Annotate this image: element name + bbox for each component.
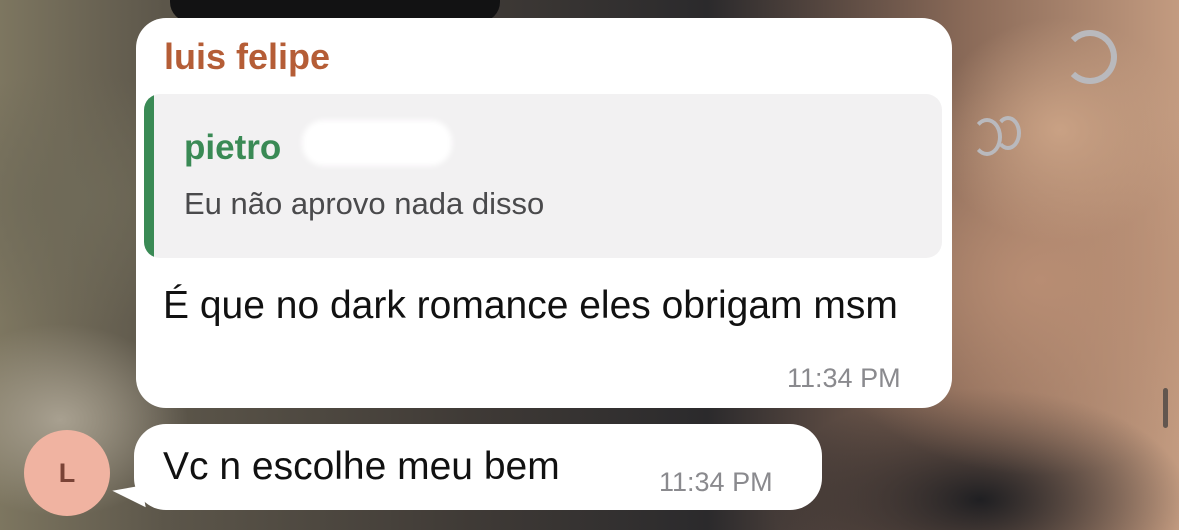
earring-decor xyxy=(1063,30,1117,84)
sender-name[interactable]: luis felipe xyxy=(164,36,330,78)
quote-author: pietro xyxy=(184,128,282,167)
message-text: Vc n escolhe meu bem xyxy=(163,445,560,488)
quote-text: Eu não aprovo nada disso xyxy=(184,186,545,221)
message-text: É que no dark romance eles obrigam msm xyxy=(163,284,898,327)
avatar[interactable]: L xyxy=(24,430,110,516)
reply-quote[interactable]: pietro Eu não aprovo nada disso xyxy=(144,94,942,258)
message-timestamp: 11:34 PM xyxy=(787,363,901,393)
redaction-scribble xyxy=(302,120,452,166)
scroll-indicator[interactable] xyxy=(1163,388,1168,428)
avatar-initial: L xyxy=(58,457,76,488)
quote-accent-bar xyxy=(144,94,154,258)
message-timestamp: 11:34 PM xyxy=(659,467,773,497)
earring-decor xyxy=(995,116,1021,150)
